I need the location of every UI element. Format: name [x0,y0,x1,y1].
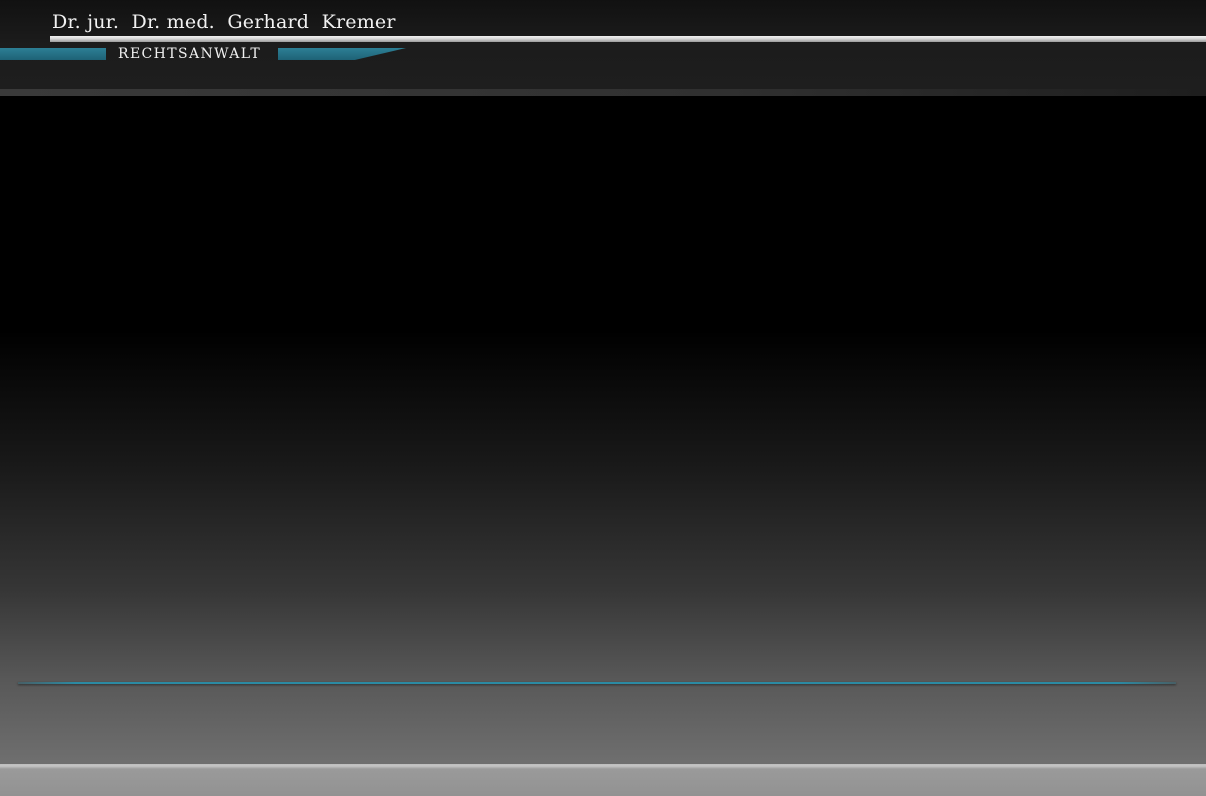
site-subtitle: RECHTSANWALT [118,46,262,62]
header-teal-bar-left [0,48,106,60]
page: Dr. jur. Dr. med. Gerhard Kremer RECHTSA… [0,0,1206,796]
footer-divider-line [18,682,1176,684]
header-teal-bar-right [278,48,406,60]
site-header: Dr. jur. Dr. med. Gerhard Kremer RECHTSA… [0,0,1206,92]
footer-band [0,764,1206,796]
header-shadow-rule [0,89,1206,96]
site-name[interactable]: Dr. jur. Dr. med. Gerhard Kremer [52,10,396,34]
header-silver-rule [50,36,1206,42]
main-content-area [0,96,1206,676]
